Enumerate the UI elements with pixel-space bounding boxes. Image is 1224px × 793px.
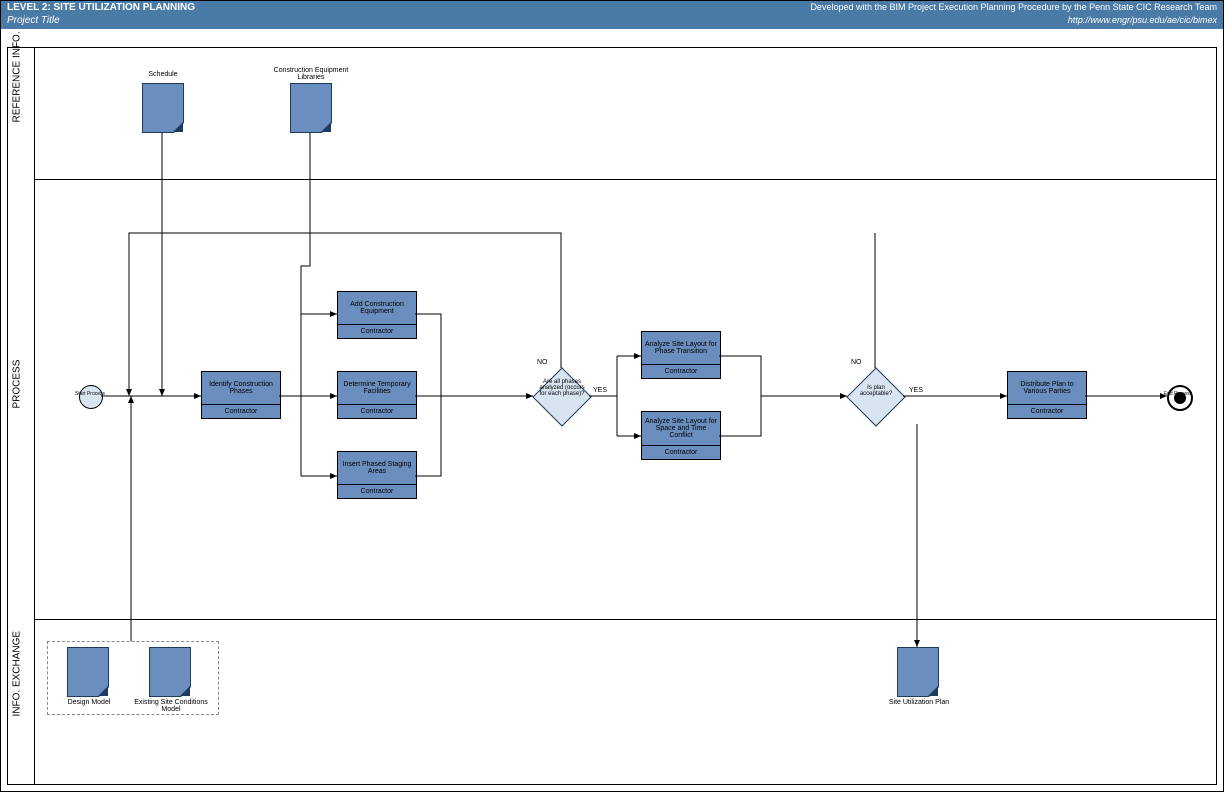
task-role: Contractor	[338, 324, 416, 338]
task-name: Determine Temporary Facilities	[338, 372, 416, 404]
task-staging-areas: Insert Phased Staging Areas Contractor	[337, 451, 417, 499]
frame-bottom	[7, 784, 1217, 785]
doc-label-existing-conditions: Existing Site Conditions Model	[126, 699, 216, 713]
gateway-text-plan-acceptable: Is plan acceptable?	[851, 385, 901, 397]
doc-label-site-plan: Site Utilization Plan	[874, 699, 964, 706]
task-distribute-plan: Distribute Plan to Various Parties Contr…	[1007, 371, 1087, 419]
gateway-all-phases	[532, 367, 591, 426]
task-temporary-facilities: Determine Temporary Facilities Contracto…	[337, 371, 417, 419]
edge-label-yes-1: YES	[593, 387, 607, 394]
header-url: http://www.engr/psu.edu/ae/cic/bimex	[1068, 15, 1217, 25]
gateway-plan-acceptable	[846, 367, 905, 426]
task-role: Contractor	[338, 484, 416, 498]
doc-label-equipment: Construction Equipment Libraries	[266, 67, 356, 81]
doc-schedule	[142, 83, 184, 133]
doc-design-model	[67, 647, 109, 697]
doc-equipment	[290, 83, 332, 133]
lane-divider-1	[34, 179, 1217, 180]
task-name: Add Construction Equipment	[338, 292, 416, 324]
task-name: Identify Construction Phases	[202, 372, 280, 404]
frame-left	[7, 47, 8, 785]
frame-top	[7, 47, 1217, 48]
start-event	[79, 385, 103, 409]
lane-separator	[34, 47, 35, 785]
end-event	[1167, 385, 1193, 411]
edge-label-no-1: NO	[537, 359, 548, 366]
start-label: Start Process	[75, 391, 105, 397]
header-credit: Developed with the BIM Project Execution…	[810, 2, 1217, 12]
task-role: Contractor	[642, 364, 720, 378]
diagram-page: LEVEL 2: SITE UTILIZATION PLANNING Proje…	[0, 0, 1224, 792]
task-role: Contractor	[1008, 404, 1086, 418]
task-add-equipment: Add Construction Equipment Contractor	[337, 291, 417, 339]
task-identify-phases: Identify Construction Phases Contractor	[201, 371, 281, 419]
task-name: Analyze Site Layout for Phase Transition	[642, 332, 720, 364]
end-label: End Process	[1163, 391, 1193, 397]
lane-label-exchange: INFO. EXCHANGE	[12, 697, 23, 717]
lane-divider-2	[34, 619, 1217, 620]
edge-label-yes-2: YES	[909, 387, 923, 394]
task-phase-transition: Analyze Site Layout for Phase Transition…	[641, 331, 721, 379]
header-title: LEVEL 2: SITE UTILIZATION PLANNING	[7, 2, 195, 13]
doc-label-design-model: Design Model	[44, 699, 134, 706]
task-role: Contractor	[642, 445, 720, 459]
task-name: Analyze Site Layout for Space and Time C…	[642, 412, 720, 445]
header-bar: LEVEL 2: SITE UTILIZATION PLANNING Proje…	[1, 1, 1223, 29]
header-subtitle: Project Title	[7, 15, 60, 26]
task-space-time-conflict: Analyze Site Layout for Space and Time C…	[641, 411, 721, 460]
edge-label-no-2: NO	[851, 359, 862, 366]
doc-label-schedule: Schedule	[118, 71, 208, 78]
gateway-text-all-phases: Are all phases analyzed (occurs for each…	[537, 379, 587, 397]
task-name: Distribute Plan to Various Parties	[1008, 372, 1086, 404]
frame-right	[1216, 47, 1217, 785]
lane-label-process: PROCESS	[12, 389, 23, 409]
lane-label-reference: REFERENCE INFO.	[12, 103, 23, 123]
task-name: Insert Phased Staging Areas	[338, 452, 416, 484]
task-role: Contractor	[338, 404, 416, 418]
task-role: Contractor	[202, 404, 280, 418]
doc-site-plan	[897, 647, 939, 697]
doc-existing-conditions	[149, 647, 191, 697]
